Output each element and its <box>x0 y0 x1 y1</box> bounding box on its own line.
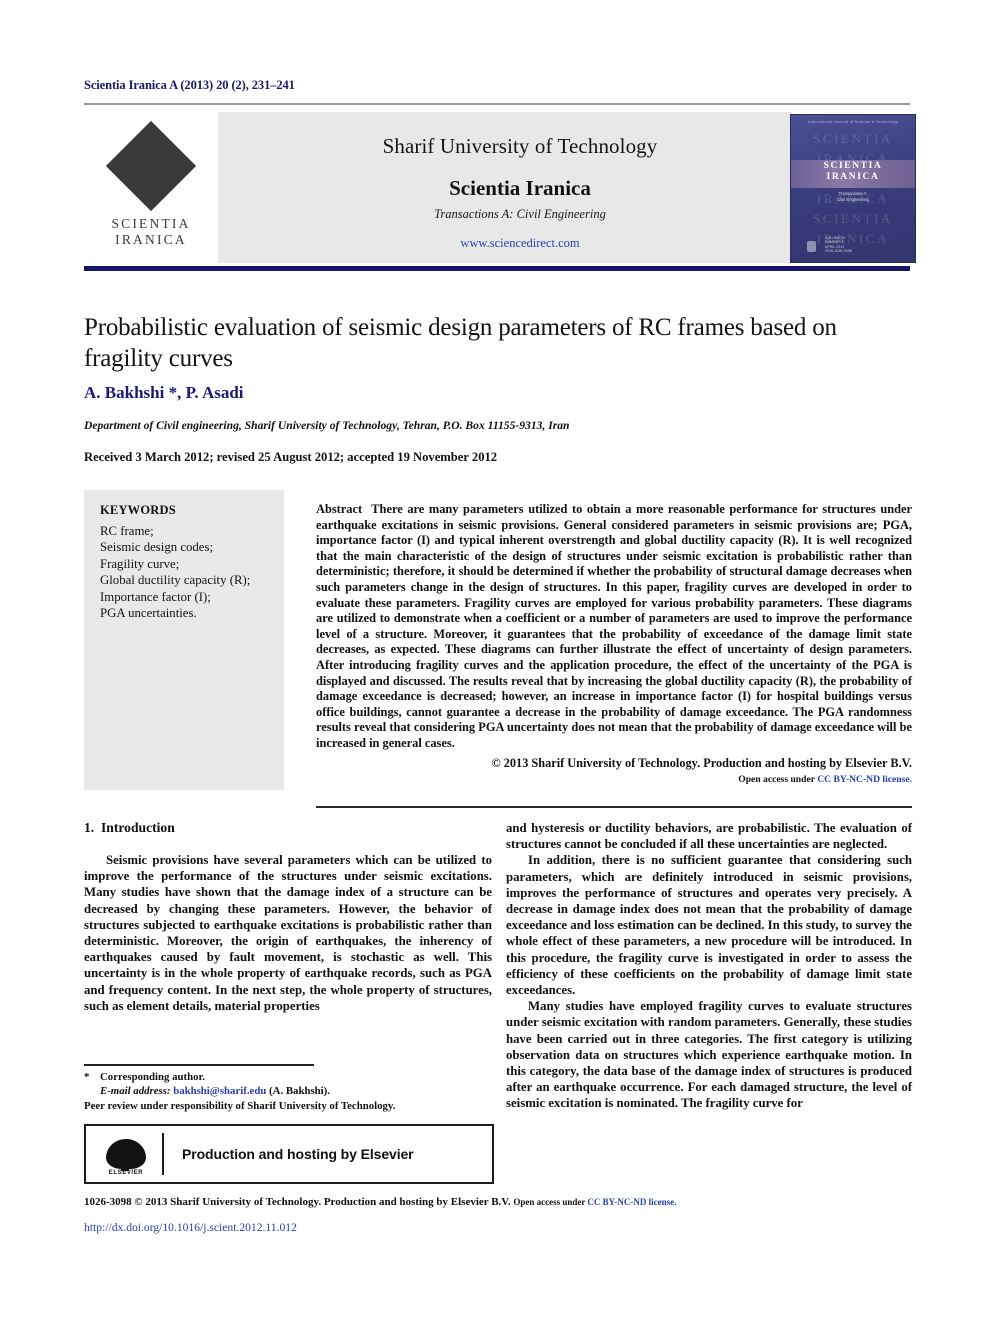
footer-issn-text: 1026-3098 © 2013 Sharif University of Te… <box>84 1196 514 1208</box>
email-label: E-mail address: <box>100 1085 171 1098</box>
article-history: Received 3 March 2012; revised 25 August… <box>84 450 498 464</box>
elsevier-banner-text: Production and hosting by Elsevier <box>182 1146 414 1162</box>
cover-top-text: International Journal of Science & Techn… <box>807 119 899 124</box>
journal-name: Scientia Iranica <box>449 176 591 200</box>
masthead: SCIENTIA IRANICA Sharif University of Te… <box>84 112 916 263</box>
cover-issue-info: VOLUME 20 NUMBER 2 APRIL 2013 ISSN 1026-309… <box>825 235 852 254</box>
footnote-block: * Corresponding author. E-mail address: b… <box>84 1070 494 1113</box>
corresponding-author-note: * Corresponding author. <box>84 1070 494 1084</box>
cover-publisher-mark-icon <box>807 241 816 252</box>
cover-title-line2: IRANICA <box>826 172 880 182</box>
abstract-copyright: © 2013 Sharif University of Technology. … <box>491 755 912 770</box>
cover-title: SCIENTIA IRANICA <box>791 161 915 183</box>
keyword-item: Importance factor (I); <box>100 589 211 604</box>
paragraph: In addition, there is no sufficient guar… <box>506 853 912 998</box>
keyword-item: RC frame; <box>100 524 154 538</box>
corresponding-author-text: Corresponding author. <box>100 1071 205 1083</box>
asterisk-icon: * <box>84 1071 90 1083</box>
keyword-item: PGA uncertainties. <box>100 606 197 621</box>
keyword-item: Seismic design codes; <box>100 540 214 555</box>
email-link[interactable]: bakhshi@sharif.edu <box>173 1085 266 1097</box>
footer-rule <box>84 1190 910 1191</box>
section-number: 1. <box>84 820 95 835</box>
cover-title-line1: SCIENTIA <box>823 161 883 171</box>
abstract-label: Abstract <box>316 502 363 516</box>
masthead-bottom-rule <box>84 266 910 271</box>
abstract-text: Abstract There are many parameters utili… <box>316 502 912 752</box>
journal-cover-image: International Journal of Science & Techn… <box>790 114 916 263</box>
sharif-logo-block: SCIENTIA IRANICA <box>84 112 218 263</box>
cover-subtitle-line2: Civil Engineering <box>837 196 869 202</box>
cc-license-link[interactable]: CC BY-NC-ND license. <box>817 774 912 785</box>
abstract-block: Abstract There are many parameters utili… <box>316 502 912 785</box>
masthead-center: Sharif University of Technology Scientia… <box>256 112 784 263</box>
logo-word-scientia: SCIENTIA <box>111 216 191 231</box>
author-list[interactable]: A. Bakhshi *, P. Asadi <box>84 383 244 403</box>
elsevier-hosting-banner: ELSEVIER Production and hosting by Elsev… <box>84 1124 494 1184</box>
body-column-right: and hysteresis or ductility behaviors, a… <box>506 820 912 1112</box>
footer-doi-link[interactable]: http://dx.doi.org/10.1016/j.scient.2012.… <box>84 1221 297 1234</box>
divider <box>162 1133 164 1175</box>
keywords-list: RC frame; Seismic design codes; Fragilit… <box>100 523 250 621</box>
publisher-name: Sharif University of Technology <box>382 134 658 158</box>
journal-reference: Scientia Iranica A (2013) 20 (2), 231–24… <box>84 78 295 92</box>
footer-cc-license-link[interactable]: CC BY-NC-ND license. <box>587 1197 676 1207</box>
paragraph: Many studies have employed fragility cur… <box>506 999 912 1111</box>
affiliation: Department of Civil engineering, Sharif … <box>84 419 570 432</box>
top-rule <box>84 103 910 105</box>
email-note: E-mail address: bakhshi@sharif.edu (A. B… <box>84 1084 494 1098</box>
logo-word-iranica: IRANICA <box>115 232 187 247</box>
masthead-bg-left <box>218 112 256 263</box>
abstract-open-access: Open access under CC BY-NC-ND license. <box>316 774 912 785</box>
body-column-left: Seismic provisions have several paramete… <box>84 852 492 1014</box>
journal-transactions: Transactions A: Civil Engineering <box>434 207 606 221</box>
peer-review-note: Peer review under responsibility of Shar… <box>84 1099 396 1112</box>
paragraph: Seismic provisions have several paramete… <box>84 853 492 1013</box>
footer-copyright: 1026-3098 © 2013 Sharif University of Te… <box>84 1196 676 1208</box>
section-heading-introduction: 1. Introduction <box>84 820 175 836</box>
abstract-bottom-rule <box>316 806 912 808</box>
paragraph: and hysteresis or ductility behaviors, a… <box>506 821 912 852</box>
email-suffix: (A. Bakhshi). <box>269 1085 330 1098</box>
cover-subtitle: Transactions A: Civil Engineering <box>791 191 915 202</box>
elsevier-logo: ELSEVIER <box>96 1132 156 1176</box>
abstract-body: There are many parameters utilized to ob… <box>316 502 913 750</box>
section-title: Introduction <box>101 820 175 835</box>
sciencedirect-link[interactable]: www.sciencedirect.com <box>256 222 784 251</box>
keyword-item: Global ductility capacity (R); <box>100 573 251 588</box>
cover-watermark: SCIENTIAIRANICASCIENTIAIRANICASCIENTIAIR… <box>812 131 894 246</box>
scientia-iranica-knot-icon <box>105 120 197 212</box>
footnote-rule <box>84 1064 314 1066</box>
open-access-prefix: Open access under <box>738 773 818 785</box>
keywords-heading: KEYWORDS <box>100 503 176 517</box>
footer-open-access-prefix: Open access under <box>513 1197 588 1207</box>
elsevier-tree-icon <box>106 1139 146 1171</box>
page-title: Probabilistic evaluation of seismic desi… <box>84 314 837 372</box>
paper-page: Scientia Iranica A (2013) 20 (2), 231–24… <box>0 0 992 1323</box>
keyword-item: Fragility curve; <box>100 556 180 571</box>
